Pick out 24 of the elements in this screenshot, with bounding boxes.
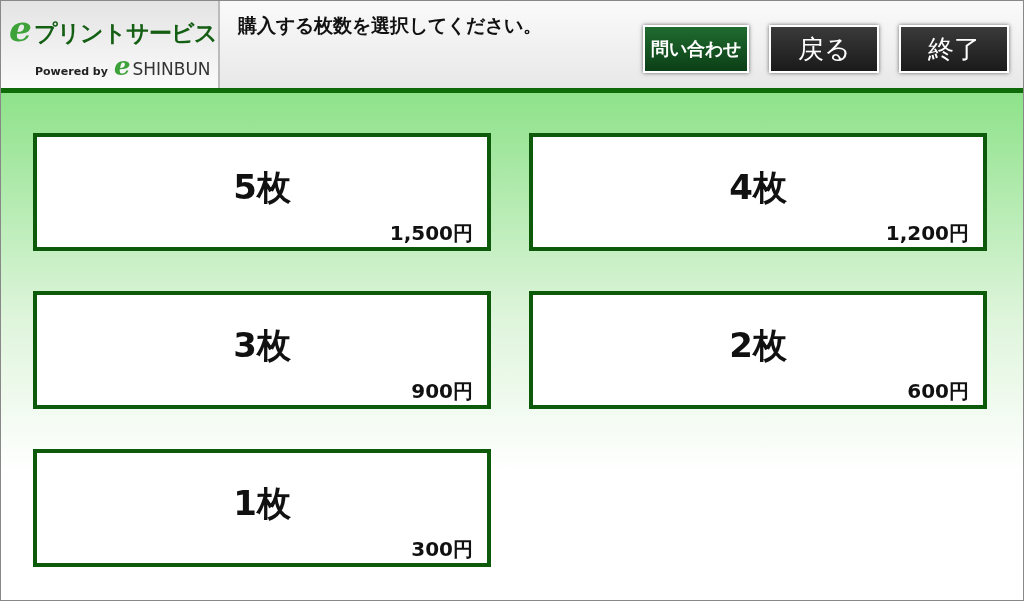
quantity-text: 4枚 (729, 166, 787, 209)
price-text: 300円 (411, 536, 473, 563)
quantity-text: 5枚 (233, 166, 291, 209)
logo-title: プリントサービス (33, 19, 217, 48)
contact-button[interactable]: 問い合わせ (643, 25, 749, 73)
price-text: 600円 (907, 378, 969, 405)
brand-name: SHINBUN (132, 59, 211, 79)
logo-mark: e (9, 10, 32, 46)
quantity-option[interactable]: 3枚 900円 (33, 291, 491, 409)
quantity-text: 3枚 (233, 324, 291, 367)
quantity-option[interactable]: 1枚 300円 (33, 449, 491, 567)
quantity-text: 1枚 (233, 482, 291, 525)
quantity-option[interactable]: 2枚 600円 (529, 291, 987, 409)
quantity-option[interactable]: 4枚 1,200円 (529, 133, 987, 251)
price-text: 1,200円 (885, 220, 969, 247)
nav-button[interactable]: 戻る (769, 25, 879, 73)
brand-mark: e (113, 53, 131, 79)
powered-by-text: Powered by (35, 65, 108, 78)
price-text: 1,500円 (389, 220, 473, 247)
quantity-text: 2枚 (729, 324, 787, 367)
price-text: 900円 (411, 378, 473, 405)
nav-button[interactable]: 終了 (899, 25, 1009, 73)
quantity-option[interactable]: 5枚 1,500円 (33, 133, 491, 251)
instruction-text: 購入する枚数を選択してください。 (238, 13, 543, 38)
